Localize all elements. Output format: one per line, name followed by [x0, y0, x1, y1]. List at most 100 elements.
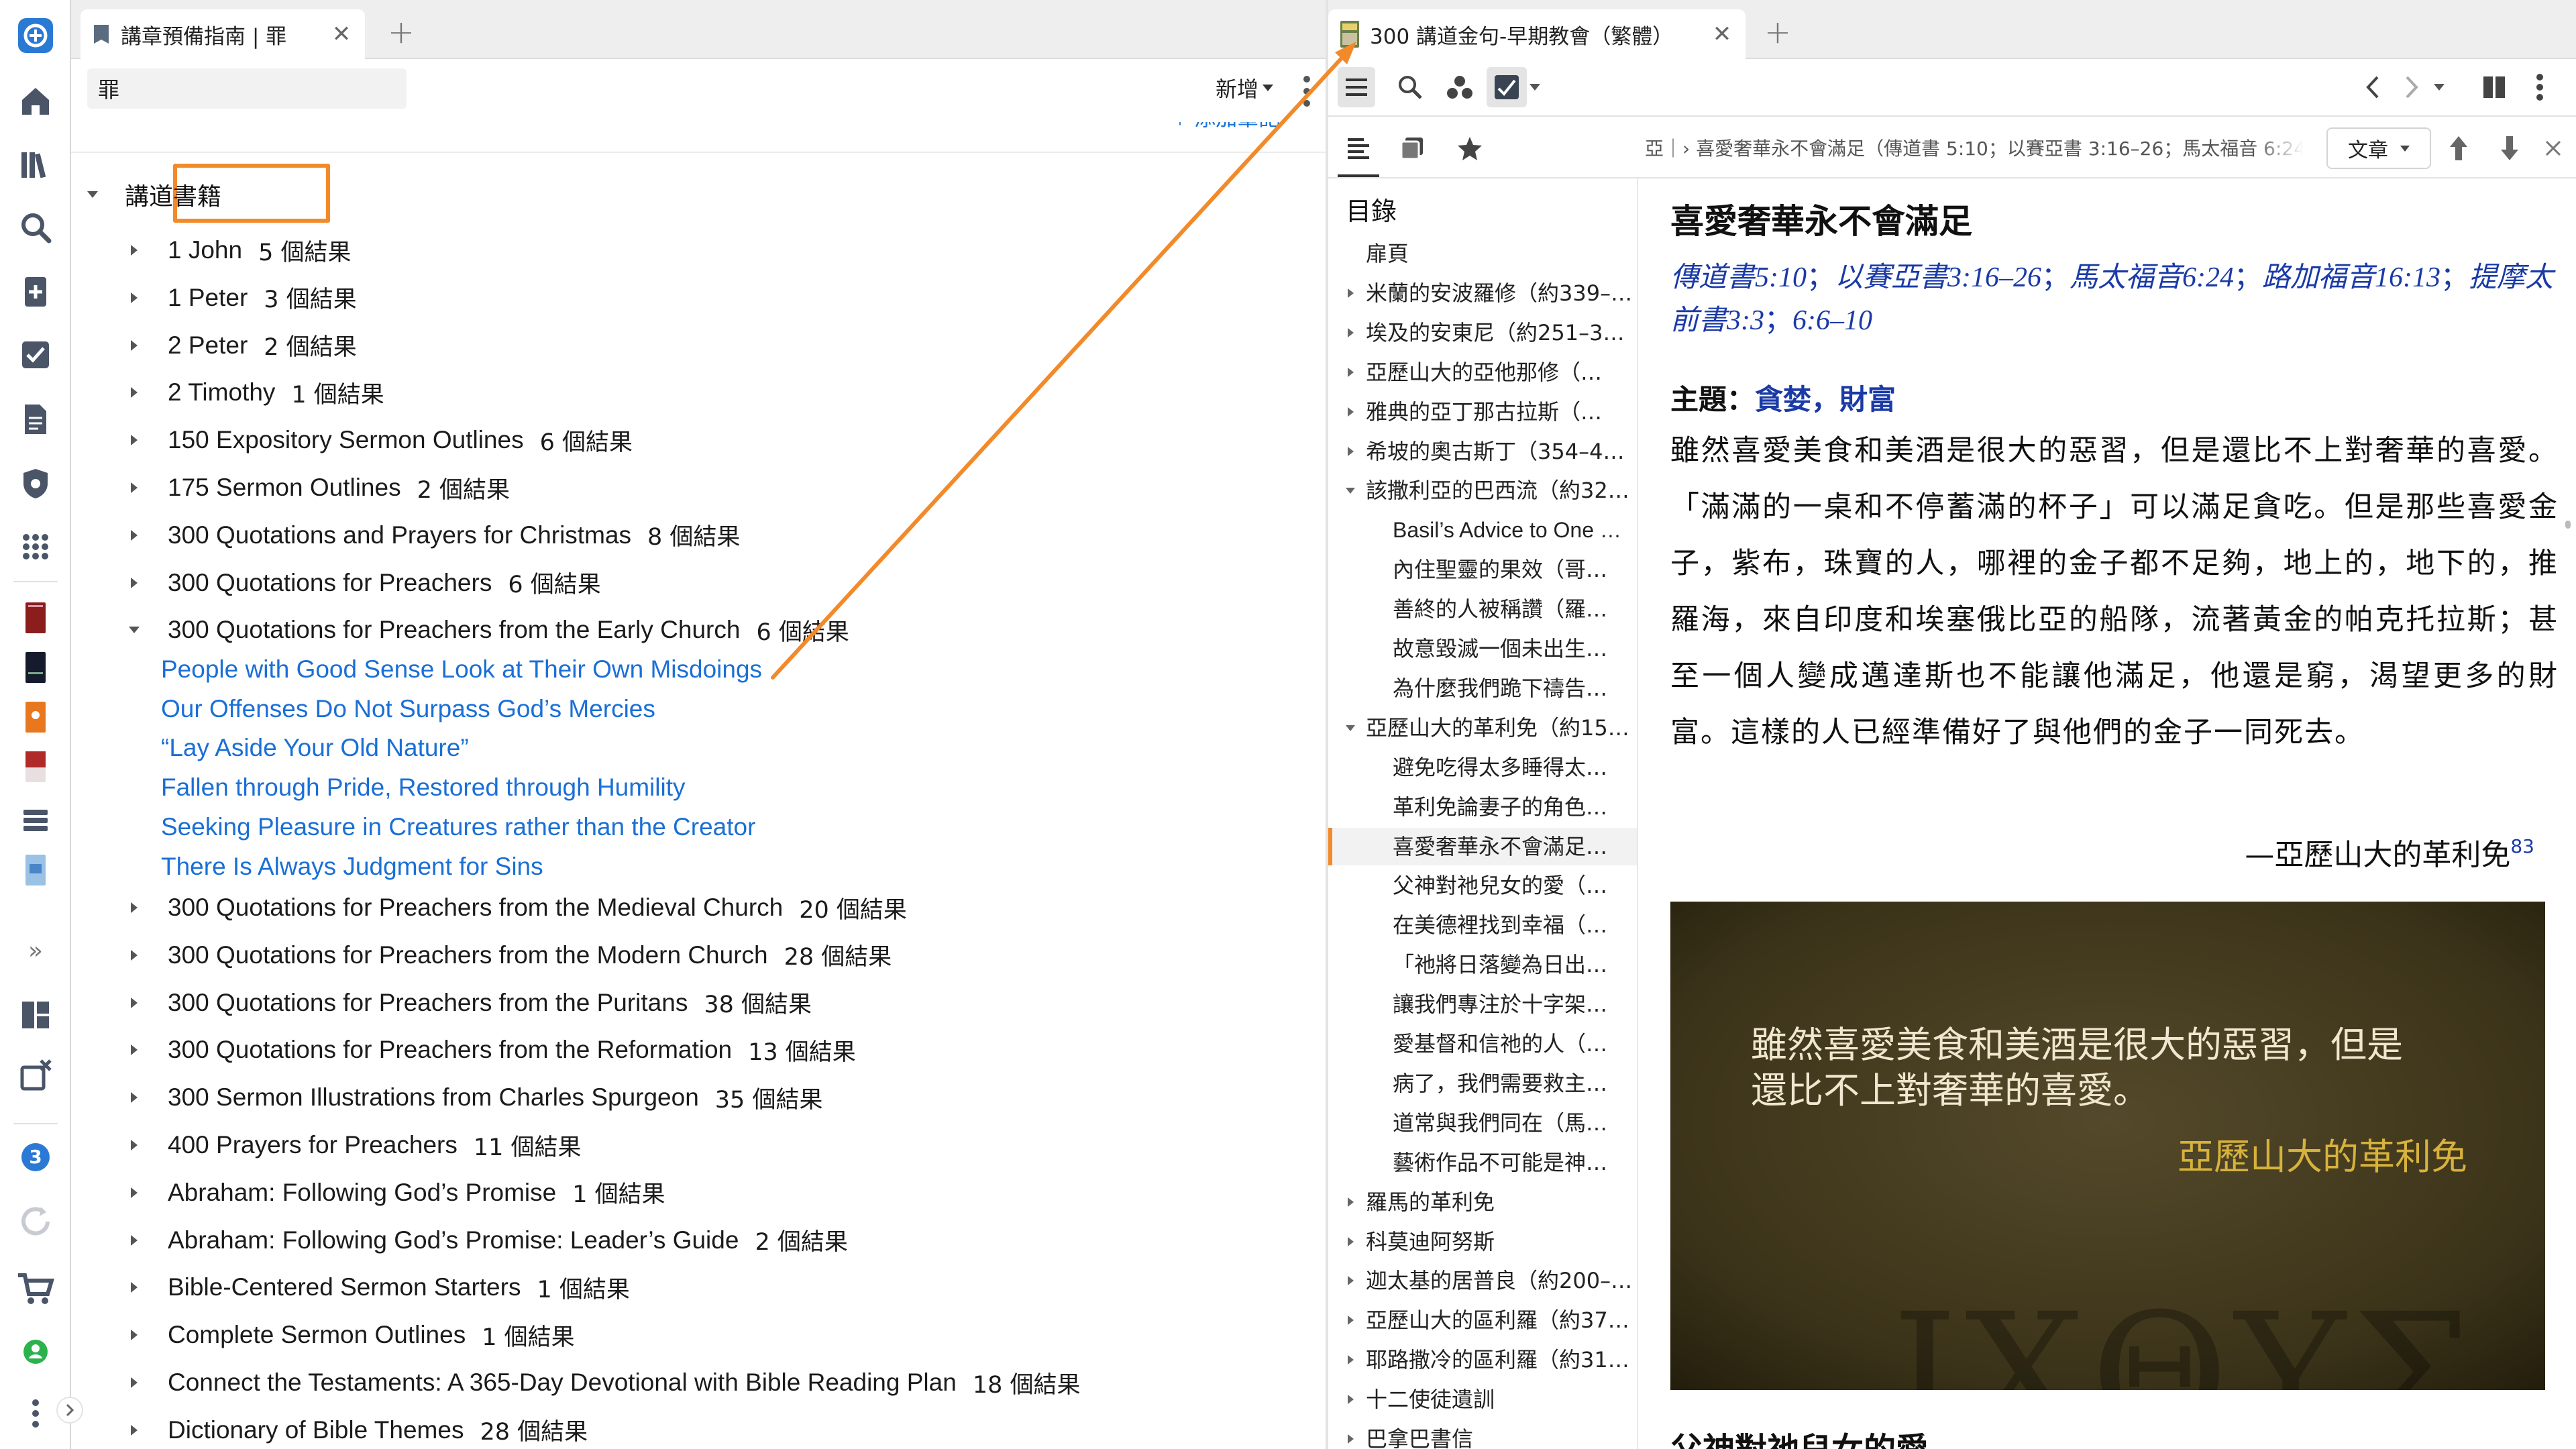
caret-right-icon[interactable]	[127, 339, 141, 352]
forward-arrow-icon[interactable]	[2394, 67, 2431, 107]
apps-grid-icon[interactable]	[13, 525, 58, 569]
tree-row[interactable]: 300 Quotations and Prayers for Christmas…	[127, 515, 740, 555]
previous-section-icon[interactable]	[2442, 127, 2475, 169]
footnote-link[interactable]: 83	[2510, 835, 2534, 857]
tree-row[interactable]: 300 Quotations for Preachers from the Me…	[127, 888, 907, 928]
toc-item[interactable]: 雅典的亞丁那古拉斯（…	[1366, 394, 1633, 429]
toc-item[interactable]: 亞歷山大的區利羅（約37…	[1366, 1303, 1633, 1338]
tree-row[interactable]: 2 Timothy 1 個結果	[127, 372, 384, 413]
caret-right-icon[interactable]	[1344, 1236, 1356, 1248]
tree-row[interactable]: 2 Peter 2 個結果	[127, 325, 357, 366]
add-button[interactable]: 新增	[1216, 72, 1274, 103]
toc-item[interactable]: 巴拿巴書信	[1366, 1421, 1633, 1449]
caret-right-icon[interactable]	[127, 1376, 141, 1389]
caret-right-icon[interactable]	[127, 1138, 141, 1152]
close-icon[interactable]: ✕	[1711, 23, 1733, 46]
collapse-arrow-icon[interactable]	[56, 1397, 83, 1424]
caret-right-icon[interactable]	[1344, 1196, 1356, 1208]
logos-logo-icon[interactable]	[13, 13, 58, 58]
toc-item[interactable]: 為什麼我們跪下禱告…	[1393, 671, 1633, 706]
topic-links[interactable]: 貪婪，財富	[1755, 383, 1896, 416]
caret-right-icon[interactable]	[127, 386, 141, 399]
result-link[interactable]: “Lay Aside Your Old Nature”	[161, 729, 469, 767]
caret-right-icon[interactable]	[127, 1186, 141, 1199]
tree-row[interactable]: 300 Sermon Illustrations from Charles Sp…	[127, 1077, 822, 1118]
book-orange-icon[interactable]	[13, 695, 58, 739]
result-link[interactable]: Fallen through Pride, Restored through H…	[161, 769, 686, 806]
result-link[interactable]: There Is Always Judgment for Sins	[161, 848, 543, 885]
section-header[interactable]: 講道書籍	[86, 176, 221, 213]
caret-right-icon[interactable]	[1344, 366, 1356, 378]
visual-filter-icon[interactable]	[1440, 67, 1480, 107]
add-note-link[interactable]: ＋ 添加筆記	[1171, 122, 1280, 133]
toc-item[interactable]: 米蘭的安波羅修（約339–…	[1366, 276, 1633, 311]
more-icon[interactable]	[13, 1391, 58, 1436]
tree-row[interactable]: Connect the Testaments: A 365-Day Devoti…	[127, 1362, 1080, 1403]
caret-right-icon[interactable]	[127, 1091, 141, 1104]
result-link[interactable]: Seeking Pleasure in Creatures rather tha…	[161, 808, 755, 846]
toc-item[interactable]: 耶路撒冷的區利羅（約31…	[1366, 1342, 1633, 1377]
toc-item[interactable]: 扉頁	[1366, 236, 1633, 271]
stack-icon[interactable]	[13, 797, 58, 841]
caret-right-icon[interactable]	[127, 1424, 141, 1437]
caret-right-icon[interactable]	[1344, 406, 1356, 418]
scrollbar-thumb[interactable]	[2565, 521, 2571, 529]
toc-item[interactable]: 藝術作品不可能是神…	[1393, 1145, 1633, 1180]
caret-right-icon[interactable]	[127, 481, 141, 494]
close-icon[interactable]: ✕	[330, 23, 353, 46]
toc-item[interactable]: 羅馬的革利免	[1366, 1185, 1633, 1220]
tree-row[interactable]: 300 Quotations for Preachers from the Ea…	[127, 610, 849, 650]
caret-right-icon[interactable]	[1344, 1314, 1356, 1326]
highlight-tool-icon[interactable]	[1487, 67, 1527, 107]
book-red2-icon[interactable]	[13, 745, 58, 789]
caret-right-icon[interactable]	[1344, 445, 1356, 458]
toc-item[interactable]: 避免吃得太多睡得太…	[1393, 750, 1633, 785]
add-document-icon[interactable]	[13, 270, 58, 314]
tree-row[interactable]: 300 Quotations for Preachers from the Re…	[127, 1030, 856, 1070]
toc-toggle-icon[interactable]	[1338, 67, 1375, 107]
notification-badge-icon[interactable]: 3	[13, 1135, 58, 1179]
new-tab-button[interactable]: +	[381, 12, 421, 52]
caret-right-icon[interactable]	[127, 949, 141, 962]
toc-item[interactable]: 讓我們專注於十字架…	[1393, 987, 1633, 1022]
back-arrow-icon[interactable]	[2353, 67, 2391, 107]
toc-item[interactable]: 故意毀滅一個未出生…	[1393, 631, 1633, 666]
toc-item[interactable]: 迦太基的居普良（約200–…	[1366, 1263, 1633, 1298]
home-icon[interactable]	[13, 79, 58, 123]
caret-right-icon[interactable]	[127, 901, 141, 914]
search-icon[interactable]	[1390, 67, 1430, 107]
tree-row[interactable]: 150 Expository Sermon Outlines 6 個結果	[127, 420, 633, 460]
caret-right-icon[interactable]	[1344, 1393, 1356, 1405]
caret-right-icon[interactable]	[1344, 1433, 1356, 1445]
scripture-link[interactable]: 以賽亞書3:16–26	[1835, 262, 2041, 293]
document-icon[interactable]	[13, 397, 58, 441]
toc-item[interactable]: 亞歷山大的革利免（約15…	[1366, 710, 1633, 745]
close-panels-icon[interactable]	[13, 1053, 58, 1097]
more-vertical-icon[interactable]	[1299, 72, 1315, 110]
tree-row[interactable]: 400 Prayers for Preachers 11 個結果	[127, 1125, 582, 1165]
toc-item[interactable]: Basil’s Advice to One W…	[1393, 513, 1633, 547]
tree-row[interactable]: Abraham: Following God’s Promise: Leader…	[127, 1220, 848, 1260]
chevron-down-icon[interactable]	[1528, 79, 1542, 95]
close-icon[interactable]	[2540, 127, 2567, 169]
cart-icon[interactable]	[13, 1267, 58, 1311]
caret-right-icon[interactable]	[127, 529, 141, 542]
toc-item[interactable]: 在美德裡找到幸福（…	[1393, 908, 1633, 943]
copy-pages-icon[interactable]	[1391, 127, 1433, 169]
tree-row[interactable]: 300 Quotations for Preachers from the Pu…	[127, 983, 812, 1023]
parallel-resources-icon[interactable]	[2475, 67, 2513, 107]
caret-right-icon[interactable]	[127, 996, 141, 1010]
more-vertical-icon[interactable]	[2526, 67, 2553, 107]
caret-right-icon[interactable]	[1344, 287, 1356, 299]
tree-row[interactable]: Abraham: Following God’s Promise 1 個結果	[127, 1173, 665, 1213]
scripture-link[interactable]: 6:6–10	[1792, 305, 1872, 336]
tree-row[interactable]: Dictionary of Bible Themes 28 個結果	[127, 1410, 588, 1449]
tree-row[interactable]: 1 Peter 3 個結果	[127, 278, 357, 318]
toc-item[interactable]: 「祂將日落變為日出…	[1393, 947, 1633, 982]
tree-row[interactable]: 175 Sermon Outlines 2 個結果	[127, 468, 510, 508]
new-tab-button[interactable]: +	[1758, 12, 1798, 52]
toc-item[interactable]: 亞歷山大的亞他那修（…	[1366, 355, 1633, 390]
toc-item[interactable]: 該撒利亞的巴西流（約32…	[1366, 473, 1633, 508]
expand-icon[interactable]: »	[13, 928, 58, 973]
caret-right-icon[interactable]	[127, 1043, 141, 1057]
